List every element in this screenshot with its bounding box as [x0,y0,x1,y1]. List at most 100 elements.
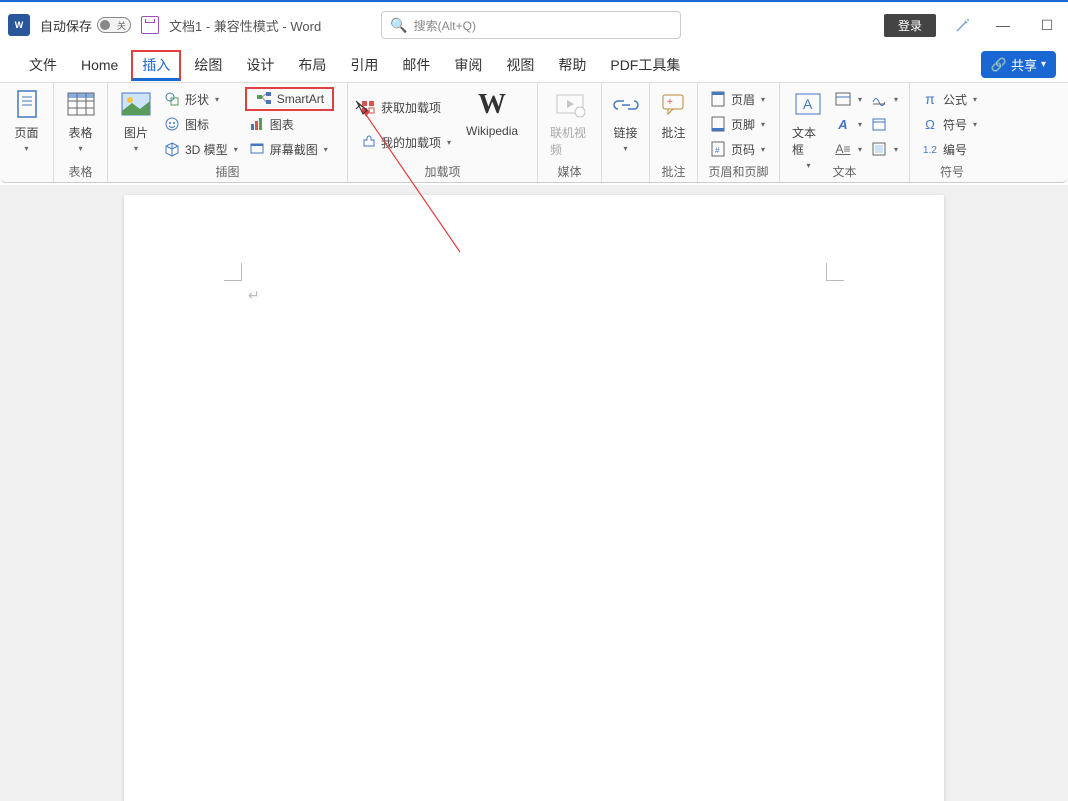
menu-help[interactable]: 帮助 [547,51,597,79]
wikipedia-button[interactable]: W Wikipedia [462,87,522,140]
3d-model-button[interactable]: 3D 模型▾ [160,137,241,161]
textbox-icon: A [792,89,824,121]
screenshot-button[interactable]: 屏幕截图▾ [245,137,334,161]
group-media: 联机视频 媒体 [538,83,602,182]
dropcap-button[interactable]: A≡ ▾ [831,137,865,161]
chevron-down-icon: ▾ [1041,59,1046,70]
group-label: 加载项 [348,163,537,180]
get-addins-button[interactable]: 获取加载项 [356,95,454,119]
share-button[interactable]: 🔗 共享 ▾ [981,51,1056,78]
group-illustrations: 图片 ▾ 形状▾ 图标 3D 模型▾ SmartArt 图表 屏幕截图▾ 插图 [108,83,348,182]
comment-button[interactable]: + 批注 [654,87,694,143]
group-label: 批注 [650,163,697,180]
group-page: 页面 ▾ [0,83,54,182]
textbox-button[interactable]: A 文本框 ▾ [788,87,829,172]
video-icon [554,89,586,121]
parts-icon [834,90,852,108]
menu-pdf-tools[interactable]: PDF工具集 [599,51,691,79]
svg-text:A: A [803,96,813,112]
shapes-button[interactable]: 形状▾ [160,87,241,111]
menu-home[interactable]: Home [70,53,129,77]
equation-icon: π [921,90,939,108]
login-button[interactable]: 登录 [884,14,936,37]
menu-draw[interactable]: 绘图 [183,51,233,79]
table-icon [65,89,97,121]
menu-design[interactable]: 设计 [235,51,285,79]
smartart-icon [255,90,273,108]
save-icon[interactable] [141,16,159,34]
group-addins: 获取加载项 我的加载项▾ W Wikipedia 加载项 [348,83,538,182]
quickparts-button[interactable]: ▾ [831,87,865,111]
dropcap-icon: A≡ [834,140,852,158]
icons-icon [163,115,181,133]
menu-review[interactable]: 审阅 [443,51,493,79]
signature-icon [870,90,888,108]
maximize-button[interactable]: ☐ [1034,17,1060,34]
chevron-down-icon: ▾ [215,95,219,104]
smartart-button[interactable]: SmartArt [245,87,334,111]
header-button[interactable]: 页眉▾ [706,87,768,111]
screenshot-icon [248,140,266,158]
group-links: 链接 ▾ [602,83,650,182]
object-button[interactable]: ▾ [867,137,901,161]
share-icon: 🔗 [991,57,1007,73]
footer-button[interactable]: 页脚▾ [706,112,768,136]
ribbon: 页面 ▾ 表格 ▾ 表格 图片 ▾ 形状▾ 图标 3D 模型▾ SmartArt… [0,83,1068,183]
links-button[interactable]: 链接 ▾ [606,87,646,155]
datetime-button[interactable] [867,112,901,136]
group-tables: 表格 ▾ 表格 [54,83,108,182]
symbol-icon: Ω [921,115,939,133]
my-addins-button[interactable]: 我的加载项▾ [356,130,454,154]
group-label: 符号 [910,163,994,180]
menu-references[interactable]: 引用 [339,51,389,79]
svg-text:#: # [715,146,720,155]
chevron-down-icon: ▾ [858,95,862,104]
wordart-button[interactable]: A▾ [831,112,865,136]
comment-icon: + [658,89,690,121]
symbol-button[interactable]: Ω符号▾ [918,112,980,136]
document-title: 文档1 - 兼容性模式 - Word [169,16,321,35]
minimize-button[interactable]: — [990,17,1016,33]
menu-mailings[interactable]: 邮件 [391,51,441,79]
wikipedia-icon: W [476,89,508,121]
addins-icon [359,133,377,151]
chevron-down-icon: ▾ [78,144,82,153]
document-page[interactable]: ↵ [124,195,944,801]
chevron-down-icon: ▾ [858,120,862,129]
chevron-down-icon: ▾ [973,120,977,129]
group-label: 页眉和页脚 [698,163,779,180]
group-label: 媒体 [538,163,601,180]
appearance-icon[interactable] [954,16,972,34]
page-number-button[interactable]: #页码▾ [706,137,768,161]
number-icon: 1.2 [921,140,939,158]
link-icon [610,89,642,121]
date-icon [870,115,888,133]
chevron-down-icon: ▾ [894,145,898,154]
menu-view[interactable]: 视图 [495,51,545,79]
menu-layout[interactable]: 布局 [287,51,337,79]
search-icon: 🔍 [390,17,407,34]
search-input[interactable]: 🔍 搜索(Alt+Q) [381,11,681,39]
chevron-down-icon: ▾ [858,145,862,154]
chevron-down-icon: ▾ [623,144,627,153]
group-header-footer: 页眉▾ 页脚▾ #页码▾ 页眉和页脚 [698,83,780,182]
online-video-button: 联机视频 [546,87,593,160]
menu-insert[interactable]: 插入 [131,50,181,81]
number-button[interactable]: 1.2编号 [918,137,980,161]
icons-button[interactable]: 图标 [160,112,241,136]
shapes-icon [163,90,181,108]
page-button[interactable]: 页面 ▾ [7,87,47,155]
menu-file[interactable]: 文件 [18,51,68,79]
chevron-down-icon: ▾ [324,145,328,154]
autosave-control[interactable]: 自动保存 关 [40,16,131,35]
table-button[interactable]: 表格 ▾ [61,87,101,155]
autosave-toggle-icon[interactable]: 关 [97,17,131,33]
picture-button[interactable]: 图片 ▾ [116,87,156,155]
chart-icon [248,115,266,133]
equation-button[interactable]: π公式▾ [918,87,980,111]
store-icon [359,98,377,116]
margin-corner-icon [826,263,844,281]
signature-button[interactable]: ▾ [867,87,901,111]
chart-button[interactable]: 图表 [245,112,334,136]
chevron-down-icon: ▾ [24,144,28,153]
